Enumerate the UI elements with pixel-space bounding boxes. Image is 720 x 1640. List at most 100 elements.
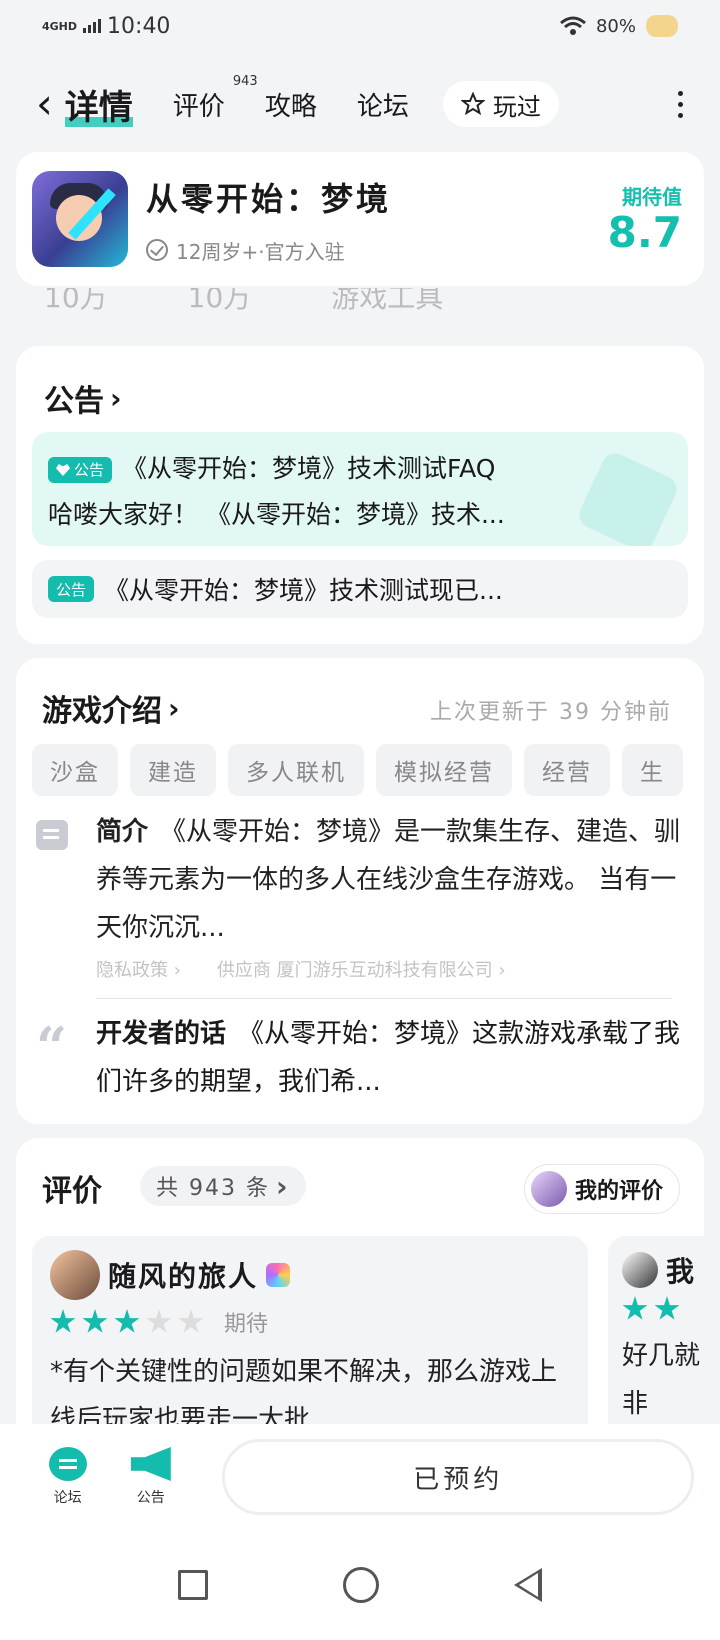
forum-label: 论坛	[53, 1490, 82, 1506]
announcement-featured-title: 《从零开始：梦境》技术测试FAQ	[122, 454, 496, 483]
avatar	[530, 1171, 567, 1207]
announcement-featured[interactable]: 公告 《从零开始：梦境》技术测试FAQ 哈喽大家好！ 《从零开始：梦境》技术...	[32, 432, 688, 546]
announcement-featured-line2: 哈喽大家好！ 《从零开始：梦境》技术...	[48, 500, 505, 529]
intro-header[interactable]: 游戏介绍 ›	[42, 686, 180, 730]
game-description[interactable]: 简介 《从零开始：梦境》是一款集生存、建造、驯养等元素为一体的多人在线沙盒生存游戏…	[96, 808, 686, 952]
genre-tag[interactable]: 建造	[130, 744, 216, 796]
stat-2: 10万	[187, 288, 252, 314]
tag-label: 公告	[74, 461, 105, 479]
star-icon	[178, 1309, 204, 1333]
announcement-tag: 公告	[48, 576, 95, 602]
game-meta: 12周岁+·官方入驻	[146, 236, 391, 265]
home-icon[interactable]	[342, 1567, 379, 1603]
recent-apps-icon[interactable]	[177, 1570, 208, 1600]
developer-note-label: 开发者的话	[96, 1019, 227, 1049]
genre-tags: 沙盒 建造 多人联机 模拟经营 经营 生	[32, 744, 688, 796]
heart-icon	[56, 464, 70, 476]
expectation-score: 期待值 8.7	[608, 181, 688, 256]
chevron-right-icon: ›	[168, 691, 180, 725]
tab-forum[interactable]: 论坛	[357, 86, 409, 123]
reviewer-name[interactable]: 随风的旅人	[108, 1255, 258, 1295]
review-header: 我	[622, 1250, 714, 1290]
info-links: 隐私政策 › 供应商 厦门游乐互动科技有限公司 ›	[96, 956, 506, 982]
clock: 10:40	[107, 13, 171, 39]
supplier-link[interactable]: 供应商 厦门游乐互动科技有限公司 ›	[217, 956, 506, 982]
top-nav: ‹ 详情 评价 943 攻略 论坛 玩过	[0, 70, 720, 138]
chevron-right-icon: ›	[110, 381, 122, 415]
genre-tag[interactable]: 生	[622, 744, 683, 796]
genre-tag[interactable]: 模拟经营	[376, 744, 512, 796]
system-nav-bar	[0, 1530, 720, 1640]
more-options-icon[interactable]	[678, 90, 684, 118]
announcement-featured-line1: 公告 《从零开始：梦境》技术测试FAQ	[48, 446, 672, 492]
star-icon	[622, 1296, 648, 1320]
announcement-item-text: 《从零开始：梦境》技术测试现已...	[104, 576, 503, 605]
privacy-policy-label: 隐私政策	[96, 960, 168, 981]
reviews-header[interactable]: 评价	[42, 1166, 102, 1210]
star-icon	[50, 1309, 76, 1333]
review-text: 好几就非	[622, 1341, 701, 1419]
back-icon[interactable]: ‹	[36, 83, 53, 125]
genre-tag[interactable]: 沙盒	[32, 744, 118, 796]
reviewer-name[interactable]: 我	[666, 1250, 696, 1290]
back-triangle-icon[interactable]	[514, 1568, 543, 1602]
game-header-card: 从零开始：梦境 12周岁+·官方入驻 期待值 8.7	[16, 152, 704, 286]
game-icon	[32, 171, 128, 267]
announcement-button[interactable]: 公告	[109, 1447, 192, 1507]
reviewer-badge-icon	[266, 1263, 291, 1287]
age-rating-text: 12周岁+·官方入驻	[176, 239, 345, 264]
announcement-item[interactable]: 公告 《从零开始：梦境》技术测试现已...	[32, 560, 688, 618]
reviews-title: 评价	[42, 1174, 102, 1209]
played-label: 玩过	[492, 92, 541, 121]
description-label: 简介	[96, 817, 149, 847]
game-title: 从零开始：梦境	[146, 179, 392, 218]
tab-reviews-label: 评价	[172, 91, 225, 122]
played-button[interactable]: 玩过	[442, 81, 559, 127]
game-intro-card: 游戏介绍 › 上次更新于 39 分钟前 沙盒 建造 多人联机 模拟经营 经营 生…	[16, 658, 704, 1124]
reserved-button[interactable]: 已预约	[222, 1439, 694, 1515]
announcement-title: 公告	[44, 384, 104, 419]
status-left: 4GHD 10:40	[42, 14, 170, 39]
tab-details[interactable]: 详情	[64, 80, 133, 129]
developer-note[interactable]: 开发者的话 《从零开始：梦境》这款游戏承载了我们许多的期望，我们希...	[96, 1010, 686, 1106]
intro-title: 游戏介绍	[42, 694, 162, 729]
my-review-label: 我的评价	[574, 1179, 663, 1204]
stats-row-peek: 10万 10万 游戏工具	[44, 288, 684, 314]
document-icon	[36, 820, 68, 850]
tab-guides[interactable]: 943 攻略	[233, 74, 317, 123]
tab-guides-label: 攻略	[264, 91, 317, 122]
review-rating	[622, 1296, 714, 1322]
announcement-header[interactable]: 公告 ›	[44, 376, 122, 420]
bottom-action-bar: 论坛 公告 已预约	[0, 1424, 720, 1530]
privacy-policy-link[interactable]: 隐私政策 ›	[96, 956, 181, 982]
stat-1: 10万	[44, 288, 108, 314]
forum-button[interactable]: 论坛	[26, 1447, 109, 1507]
last-updated: 上次更新于 39 分钟前	[430, 700, 672, 725]
review-header: 随风的旅人	[50, 1250, 570, 1300]
status-right: 80%	[560, 15, 678, 37]
tab-reviews[interactable]: 评价	[173, 86, 225, 123]
reviewer-avatar[interactable]	[50, 1250, 100, 1300]
game-info: 从零开始：梦境 12周岁+·官方入驻	[146, 174, 391, 265]
genre-tag[interactable]: 多人联机	[228, 744, 364, 796]
reviewer-avatar[interactable]	[622, 1252, 658, 1288]
genre-tag[interactable]: 经营	[524, 744, 610, 796]
megaphone-icon	[130, 1447, 171, 1481]
status-avatar-icon	[646, 15, 678, 37]
star-icon	[114, 1309, 140, 1333]
chevron-right-icon: ›	[275, 1169, 290, 1203]
star-icon	[82, 1309, 108, 1333]
wifi-icon	[560, 16, 586, 35]
chat-bubble-icon	[48, 1447, 87, 1481]
stat-3: 游戏工具	[331, 288, 444, 314]
reviews-count-button[interactable]: 共 943 条 ›	[140, 1166, 306, 1206]
verified-check-icon	[146, 239, 168, 261]
status-bar: 4GHD 10:40 80%	[0, 0, 720, 52]
battery-level: 80%	[595, 15, 636, 37]
reviews-count-badge: 943	[232, 73, 258, 89]
network-type: 4GHD	[42, 19, 78, 33]
my-review-button[interactable]: 我的评价	[523, 1164, 680, 1214]
star-icon	[146, 1309, 172, 1333]
star-outline-icon	[460, 92, 485, 116]
divider	[96, 998, 672, 999]
